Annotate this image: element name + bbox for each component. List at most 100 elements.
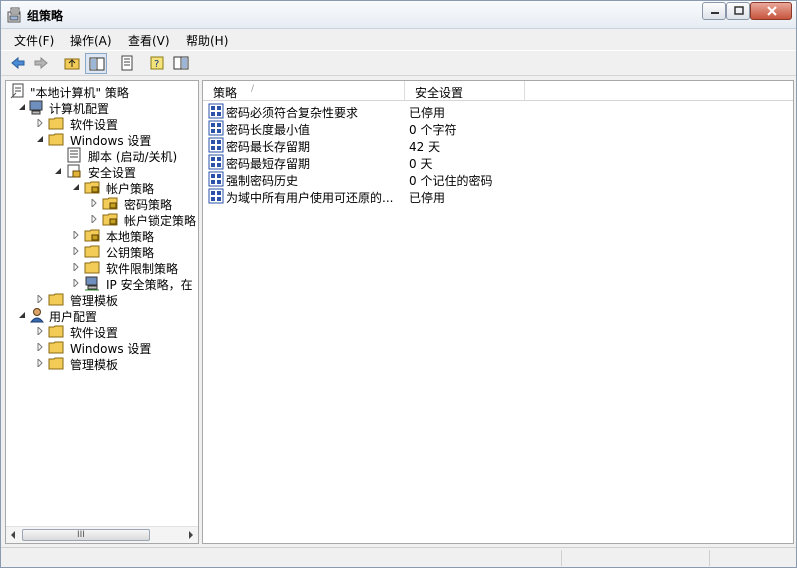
tree-label-lockout-policy: 帐户锁定策略 bbox=[124, 214, 197, 228]
column-header-setting-label: 安全设置 bbox=[415, 86, 464, 100]
locked-folder-icon bbox=[102, 213, 118, 226]
collapsed-triangle-icon bbox=[73, 231, 79, 239]
window: 组策略 文件(F) 操作(A) 查看(V) 帮助(H) ? "本地计算机" 策略… bbox=[0, 0, 797, 568]
console-tree[interactable]: "本地计算机" 策略 计算机配置 软件设置 Windows 设置 脚本 (启动/… bbox=[5, 80, 199, 544]
collapsed-triangle-icon bbox=[73, 247, 79, 255]
security-icon bbox=[67, 164, 81, 178]
locked-folder-icon bbox=[102, 197, 118, 210]
tree-label-public-key-policies: 公钥策略 bbox=[106, 246, 155, 260]
properties-icon bbox=[121, 55, 133, 71]
up-folder-icon bbox=[64, 58, 80, 70]
list-row[interactable]: 强制密码历史 0 个记住的密码 bbox=[203, 170, 793, 188]
console-tree-button[interactable] bbox=[170, 53, 192, 74]
tree-label-local-policies: 本地策略 bbox=[106, 230, 155, 244]
script-icon bbox=[67, 147, 81, 163]
column-header-setting[interactable]: 安全设置 bbox=[405, 81, 525, 101]
collapsed-triangle-icon bbox=[37, 327, 43, 335]
expanded-triangle-icon bbox=[37, 136, 43, 142]
status-pane bbox=[709, 550, 795, 566]
folder-icon bbox=[48, 341, 64, 354]
collapsed-triangle-icon bbox=[37, 343, 43, 351]
policy-document-icon bbox=[10, 83, 24, 99]
menu-help[interactable]: 帮助(H) bbox=[186, 32, 228, 49]
user-icon bbox=[29, 308, 44, 323]
properties-button[interactable] bbox=[116, 53, 138, 74]
console-tree-icon bbox=[173, 56, 189, 70]
collapsed-triangle-icon bbox=[37, 359, 43, 367]
toolbar: ? bbox=[1, 50, 796, 76]
policy-setting-icon bbox=[208, 188, 224, 204]
locked-folder-icon bbox=[84, 229, 100, 242]
tree-horizontal-scrollbar[interactable]: III bbox=[6, 526, 198, 543]
policy-value: 已停用 bbox=[409, 191, 446, 205]
tree-label-scripts: 脚本 (启动/关机) bbox=[88, 150, 178, 164]
expanded-triangle-icon bbox=[55, 168, 61, 174]
folder-icon bbox=[84, 261, 100, 274]
column-header-policy[interactable]: 策略 / bbox=[203, 81, 405, 101]
sort-indicator: / bbox=[251, 84, 255, 94]
group-policy-icon bbox=[7, 7, 21, 23]
list-row[interactable]: 密码必须符合复杂性要求 已停用 bbox=[203, 102, 793, 120]
locked-folder-icon bbox=[84, 181, 100, 194]
help-button[interactable]: ? bbox=[146, 53, 168, 74]
maximize-button[interactable] bbox=[726, 2, 750, 20]
list-row[interactable]: 密码最长存留期 42 天 bbox=[203, 136, 793, 154]
policy-setting-icon bbox=[208, 120, 224, 136]
help-icon: ? bbox=[150, 56, 164, 70]
collapsed-triangle-icon bbox=[73, 263, 79, 271]
list-row[interactable]: 密码长度最小值 0 个字符 bbox=[203, 119, 793, 137]
collapsed-triangle-icon bbox=[37, 119, 43, 127]
expanded-triangle-icon bbox=[19, 312, 25, 318]
expanded-triangle-icon bbox=[73, 184, 79, 190]
network-computer-icon bbox=[85, 276, 99, 291]
policy-setting-icon bbox=[208, 103, 224, 119]
maximize-icon bbox=[734, 6, 744, 15]
tree-label-ip-security: IP 安全策略，在 bbox=[106, 278, 193, 292]
back-button[interactable] bbox=[7, 53, 29, 74]
folder-icon bbox=[48, 357, 64, 370]
tree-label-software-settings: 软件设置 bbox=[70, 118, 119, 132]
tree-label-user-admin-templates: 管理模板 bbox=[70, 358, 119, 372]
up-level-button[interactable] bbox=[61, 53, 83, 74]
tree-label-password-policy: 密码策略 bbox=[124, 198, 173, 212]
forward-button[interactable] bbox=[30, 53, 52, 74]
scroll-right-icon[interactable] bbox=[186, 530, 196, 540]
title-bar[interactable]: 组策略 bbox=[1, 1, 796, 29]
folder-icon bbox=[84, 245, 100, 258]
menu-file[interactable]: 文件(F) bbox=[14, 32, 54, 49]
list-row[interactable]: 为域中所有用户使用可还原的... 已停用 bbox=[203, 187, 793, 205]
folder-icon bbox=[48, 325, 64, 338]
show-hide-tree-icon bbox=[89, 57, 105, 71]
window-title: 组策略 bbox=[27, 9, 64, 23]
close-icon bbox=[767, 6, 777, 16]
list-header: 策略 / 安全设置 bbox=[203, 81, 793, 101]
policy-name: 为域中所有用户使用可还原的... bbox=[226, 191, 394, 205]
tree-label-admin-templates: 管理模板 bbox=[70, 294, 119, 308]
folder-open-icon bbox=[48, 133, 64, 146]
list-row[interactable]: 密码最短存留期 0 天 bbox=[203, 153, 793, 171]
collapsed-triangle-icon bbox=[91, 215, 97, 223]
menu-action[interactable]: 操作(A) bbox=[70, 32, 112, 49]
folder-icon bbox=[48, 293, 64, 306]
menu-view[interactable]: 查看(V) bbox=[128, 32, 170, 49]
menu-bar: 文件(F) 操作(A) 查看(V) 帮助(H) bbox=[1, 29, 796, 50]
policy-setting-icon bbox=[208, 154, 224, 170]
tree-label-user-software-settings: 软件设置 bbox=[70, 326, 119, 340]
close-button[interactable] bbox=[750, 2, 792, 20]
tree-label-root: "本地计算机" 策略 bbox=[30, 86, 129, 100]
minimize-button[interactable] bbox=[702, 2, 726, 20]
scroll-left-icon[interactable] bbox=[8, 530, 18, 540]
scrollbar-thumb[interactable]: III bbox=[22, 529, 150, 541]
policy-setting-icon bbox=[208, 171, 224, 187]
show-hide-tree-button[interactable] bbox=[85, 53, 107, 74]
tree-label-windows-settings: Windows 设置 bbox=[70, 134, 152, 148]
scrollbar-grip: III bbox=[77, 530, 85, 540]
status-pane bbox=[561, 550, 709, 566]
computer-icon bbox=[29, 100, 43, 115]
forward-arrow-icon bbox=[34, 56, 48, 70]
details-list[interactable]: 策略 / 安全设置 密码必须符合复杂性要求 已停用 密码长度最小值 0 个字符 … bbox=[202, 80, 794, 544]
expanded-triangle-icon bbox=[19, 104, 25, 110]
collapsed-triangle-icon bbox=[73, 279, 79, 287]
status-bar bbox=[1, 547, 796, 567]
back-arrow-icon bbox=[11, 56, 25, 70]
